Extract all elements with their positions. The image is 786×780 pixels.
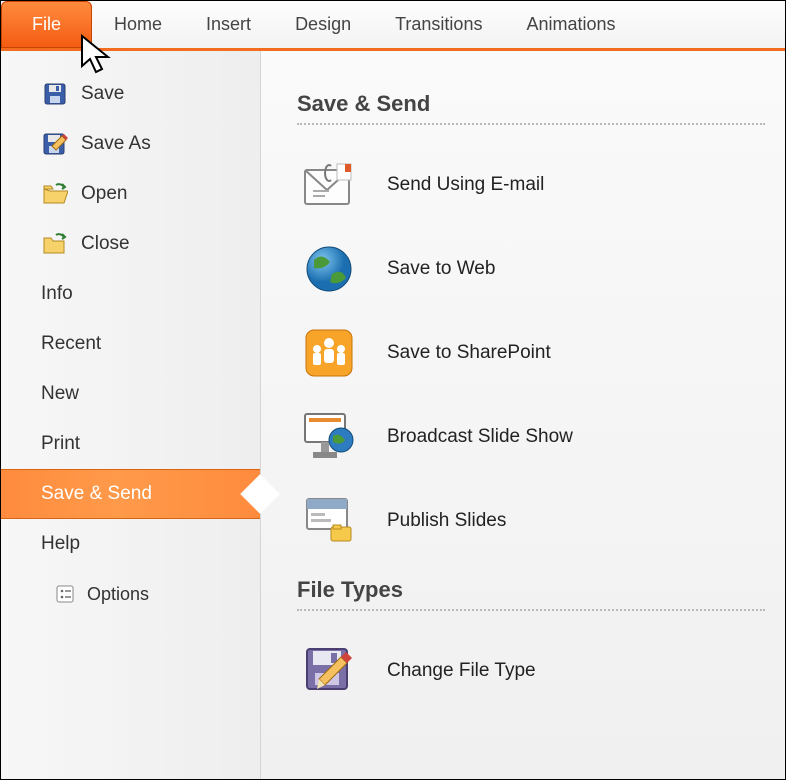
nav-options[interactable]: Options [1, 569, 260, 619]
divider [297, 609, 765, 611]
publish-slides-icon [301, 493, 357, 549]
tab-animations[interactable]: Animations [504, 1, 637, 48]
option-change-file-type[interactable]: Change File Type [297, 629, 765, 713]
save-disk-icon [41, 80, 69, 108]
nav-close-label: Close [81, 233, 130, 255]
nav-help[interactable]: Help [1, 519, 260, 569]
nav-save-send-label: Save & Send [41, 483, 152, 505]
nav-new[interactable]: New [1, 369, 260, 419]
divider [297, 123, 765, 125]
nav-save-send[interactable]: Save & Send [1, 469, 260, 519]
open-folder-icon [41, 180, 69, 208]
tab-insert[interactable]: Insert [184, 1, 273, 48]
tab-animations-label: Animations [526, 14, 615, 35]
tab-insert-label: Insert [206, 14, 251, 35]
tab-file[interactable]: File [1, 1, 92, 48]
nav-save-label: Save [81, 83, 124, 105]
nav-save[interactable]: Save [1, 69, 260, 119]
save-as-icon [41, 130, 69, 158]
option-save-web-label: Save to Web [387, 258, 495, 280]
option-publish[interactable]: Publish Slides [297, 479, 765, 563]
tab-transitions-label: Transitions [395, 14, 482, 35]
nav-help-label: Help [41, 533, 80, 555]
envelope-attachment-icon [301, 157, 357, 213]
option-save-web[interactable]: Save to Web [297, 227, 765, 311]
options-icon [55, 584, 75, 604]
nav-print[interactable]: Print [1, 419, 260, 469]
tab-home[interactable]: Home [92, 1, 184, 48]
globe-icon [301, 241, 357, 297]
tab-transitions[interactable]: Transitions [373, 1, 504, 48]
ribbon-tabs: File Home Insert Design Transitions Anim… [1, 1, 785, 51]
backstage-content: Save & Send Send Using E-mail [261, 51, 785, 779]
broadcast-screen-icon [301, 409, 357, 465]
tab-file-label: File [32, 14, 61, 35]
option-send-email-label: Send Using E-mail [387, 174, 544, 196]
nav-open-label: Open [81, 183, 127, 205]
option-sharepoint-label: Save to SharePoint [387, 342, 551, 364]
nav-save-as-label: Save As [81, 133, 151, 155]
option-send-email[interactable]: Send Using E-mail [297, 143, 765, 227]
nav-recent-label: Recent [41, 333, 101, 355]
nav-close[interactable]: Close [1, 219, 260, 269]
nav-options-label: Options [87, 584, 149, 605]
nav-print-label: Print [41, 433, 80, 455]
section-file-types-title: File Types [297, 577, 765, 603]
nav-new-label: New [41, 383, 79, 405]
option-sharepoint[interactable]: Save to SharePoint [297, 311, 765, 395]
backstage-view: Save Save As [1, 51, 785, 779]
tab-home-label: Home [114, 14, 162, 35]
nav-info[interactable]: Info [1, 269, 260, 319]
tab-design-label: Design [295, 14, 351, 35]
close-folder-icon [41, 230, 69, 258]
nav-open[interactable]: Open [1, 169, 260, 219]
nav-info-label: Info [41, 283, 73, 305]
option-broadcast-label: Broadcast Slide Show [387, 426, 573, 448]
nav-recent[interactable]: Recent [1, 319, 260, 369]
option-change-file-type-label: Change File Type [387, 660, 536, 682]
option-publish-label: Publish Slides [387, 510, 506, 532]
tab-design[interactable]: Design [273, 1, 373, 48]
backstage-nav: Save Save As [1, 51, 261, 779]
section-save-send-title: Save & Send [297, 91, 765, 117]
nav-save-as[interactable]: Save As [1, 119, 260, 169]
option-broadcast[interactable]: Broadcast Slide Show [297, 395, 765, 479]
sharepoint-icon [301, 325, 357, 381]
change-file-type-icon [301, 643, 357, 699]
